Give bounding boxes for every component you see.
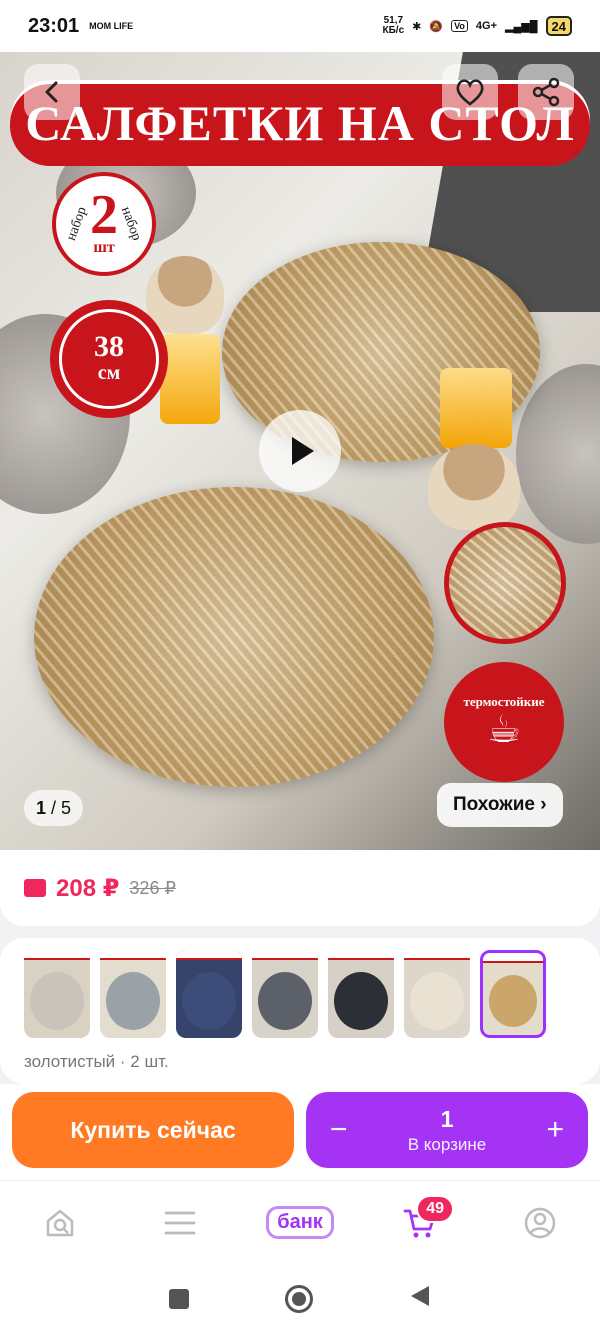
share-button[interactable] bbox=[518, 64, 574, 120]
old-price: 326 ₽ bbox=[129, 877, 176, 898]
variant-thumbnail[interactable] bbox=[404, 950, 470, 1038]
juice-glass-right bbox=[440, 368, 512, 448]
decrease-quantity-button[interactable]: − bbox=[330, 1113, 348, 1147]
thumbnail-header bbox=[24, 950, 90, 960]
similar-button[interactable]: Похожие › bbox=[437, 783, 563, 827]
product-image-gallery[interactable]: САЛФЕТКИ НА СТОЛ набор набор 2 шт 38 см … bbox=[0, 52, 600, 850]
status-bar: 23:01 MOM LIFE 51,7 КБ/с ✱ 🔕 Vo 4G+ ▂▄▆█ … bbox=[0, 0, 600, 52]
thumbnail-mat bbox=[30, 972, 84, 1030]
share-icon bbox=[532, 77, 560, 107]
in-cart-label: В корзине bbox=[407, 1134, 487, 1154]
back-system-button[interactable] bbox=[409, 1284, 431, 1313]
network-type: 4G+ bbox=[475, 20, 498, 32]
variant-thumbnail[interactable] bbox=[328, 950, 394, 1038]
banner-title: САЛФЕТКИ НА СТОЛ bbox=[10, 80, 590, 166]
variant-thumbnail[interactable] bbox=[252, 950, 318, 1038]
battery-indicator: 24 bbox=[545, 16, 572, 36]
cart-quantity-control: − 1 В корзине + bbox=[306, 1092, 588, 1168]
thumbnail-mat bbox=[182, 972, 236, 1030]
set-count-badge: набор набор 2 шт bbox=[52, 172, 156, 276]
mute-icon: 🔕 bbox=[429, 20, 444, 33]
thumbnail-mat bbox=[106, 972, 160, 1030]
variant-thumbnail[interactable] bbox=[176, 950, 242, 1038]
triangle-back-icon bbox=[411, 1286, 429, 1306]
chevron-left-icon bbox=[45, 81, 58, 103]
volte-icon: Vo bbox=[451, 20, 468, 32]
variant-thumbnail[interactable] bbox=[480, 950, 546, 1038]
image-counter: 1 / 5 bbox=[24, 790, 84, 826]
current-price: 208 ₽ bbox=[56, 874, 120, 902]
menu-icon bbox=[164, 1211, 196, 1234]
heat-resistant-badge: термостойкие ☕ bbox=[444, 662, 564, 782]
nav-cart[interactable]: 49 bbox=[390, 1193, 454, 1253]
price-card: 208 ₽ 326 ₽ bbox=[0, 850, 600, 926]
variant-thumbnail[interactable] bbox=[24, 950, 90, 1038]
nav-home[interactable] bbox=[30, 1193, 90, 1253]
net-speed: 51,7 КБ/с bbox=[382, 15, 405, 36]
variant-selector: золотистый · 2 шт. bbox=[0, 938, 600, 1084]
home-search-icon bbox=[46, 1209, 74, 1236]
thumbnail-header bbox=[176, 950, 242, 960]
thumbnail-mat bbox=[410, 972, 464, 1030]
variant-thumbnail[interactable] bbox=[100, 950, 166, 1038]
coffee-cup-right bbox=[428, 444, 520, 530]
buy-now-button[interactable]: Купить сейчас bbox=[12, 1092, 294, 1168]
thumbnail-header bbox=[483, 953, 543, 963]
thumbnail-mat bbox=[258, 972, 312, 1030]
signal-icon: ▂▄▆█ bbox=[505, 20, 538, 33]
placemat-bottom bbox=[34, 487, 434, 787]
nav-bank[interactable]: банк bbox=[266, 1193, 334, 1253]
recent-apps-button[interactable] bbox=[169, 1288, 189, 1309]
nav-catalog[interactable] bbox=[150, 1193, 210, 1253]
profile-icon bbox=[524, 1207, 556, 1238]
system-navigation bbox=[0, 1264, 600, 1333]
thumbnail-mat bbox=[489, 975, 537, 1027]
thumbnail-header bbox=[404, 950, 470, 960]
play-icon bbox=[292, 437, 314, 465]
carrier-logo: MOM LIFE bbox=[89, 20, 134, 31]
size-badge: 38 см bbox=[50, 300, 168, 418]
home-dot-icon bbox=[292, 1291, 306, 1306]
favorite-button[interactable] bbox=[442, 64, 498, 120]
bottom-navigation: банк 49 bbox=[0, 1180, 600, 1264]
thumbnail-header bbox=[252, 950, 318, 960]
hot-cup-icon: ☕ bbox=[486, 709, 522, 751]
cart-quantity: 1 bbox=[440, 1105, 454, 1132]
wallet-icon bbox=[24, 879, 46, 897]
home-system-button[interactable] bbox=[285, 1284, 313, 1313]
variant-label: золотистый · 2 шт. bbox=[24, 1052, 169, 1071]
juice-glass-left bbox=[160, 334, 220, 424]
action-bar: Купить сейчас − 1 В корзине + bbox=[0, 1084, 600, 1180]
variant-thumbnails bbox=[24, 950, 576, 1038]
play-video-button[interactable] bbox=[259, 410, 341, 492]
bank-label: банк bbox=[266, 1206, 334, 1239]
thumbnail-header bbox=[328, 950, 394, 960]
coffee-cup-left bbox=[146, 256, 224, 334]
heart-icon bbox=[456, 79, 484, 106]
cart-count-badge: 49 bbox=[416, 1194, 454, 1223]
status-time: 23:01 bbox=[28, 14, 80, 37]
nav-profile[interactable] bbox=[510, 1193, 570, 1253]
thumbnail-header bbox=[100, 950, 166, 960]
increase-quantity-button[interactable]: + bbox=[546, 1113, 564, 1147]
status-right: 51,7 КБ/с ✱ 🔕 Vo 4G+ ▂▄▆█ 24 bbox=[382, 15, 572, 36]
back-button[interactable] bbox=[24, 64, 80, 120]
texture-closeup bbox=[444, 522, 566, 644]
bluetooth-icon: ✱ bbox=[412, 20, 422, 33]
cart-status[interactable]: 1 В корзине bbox=[408, 1106, 487, 1155]
thumbnail-mat bbox=[334, 972, 388, 1030]
